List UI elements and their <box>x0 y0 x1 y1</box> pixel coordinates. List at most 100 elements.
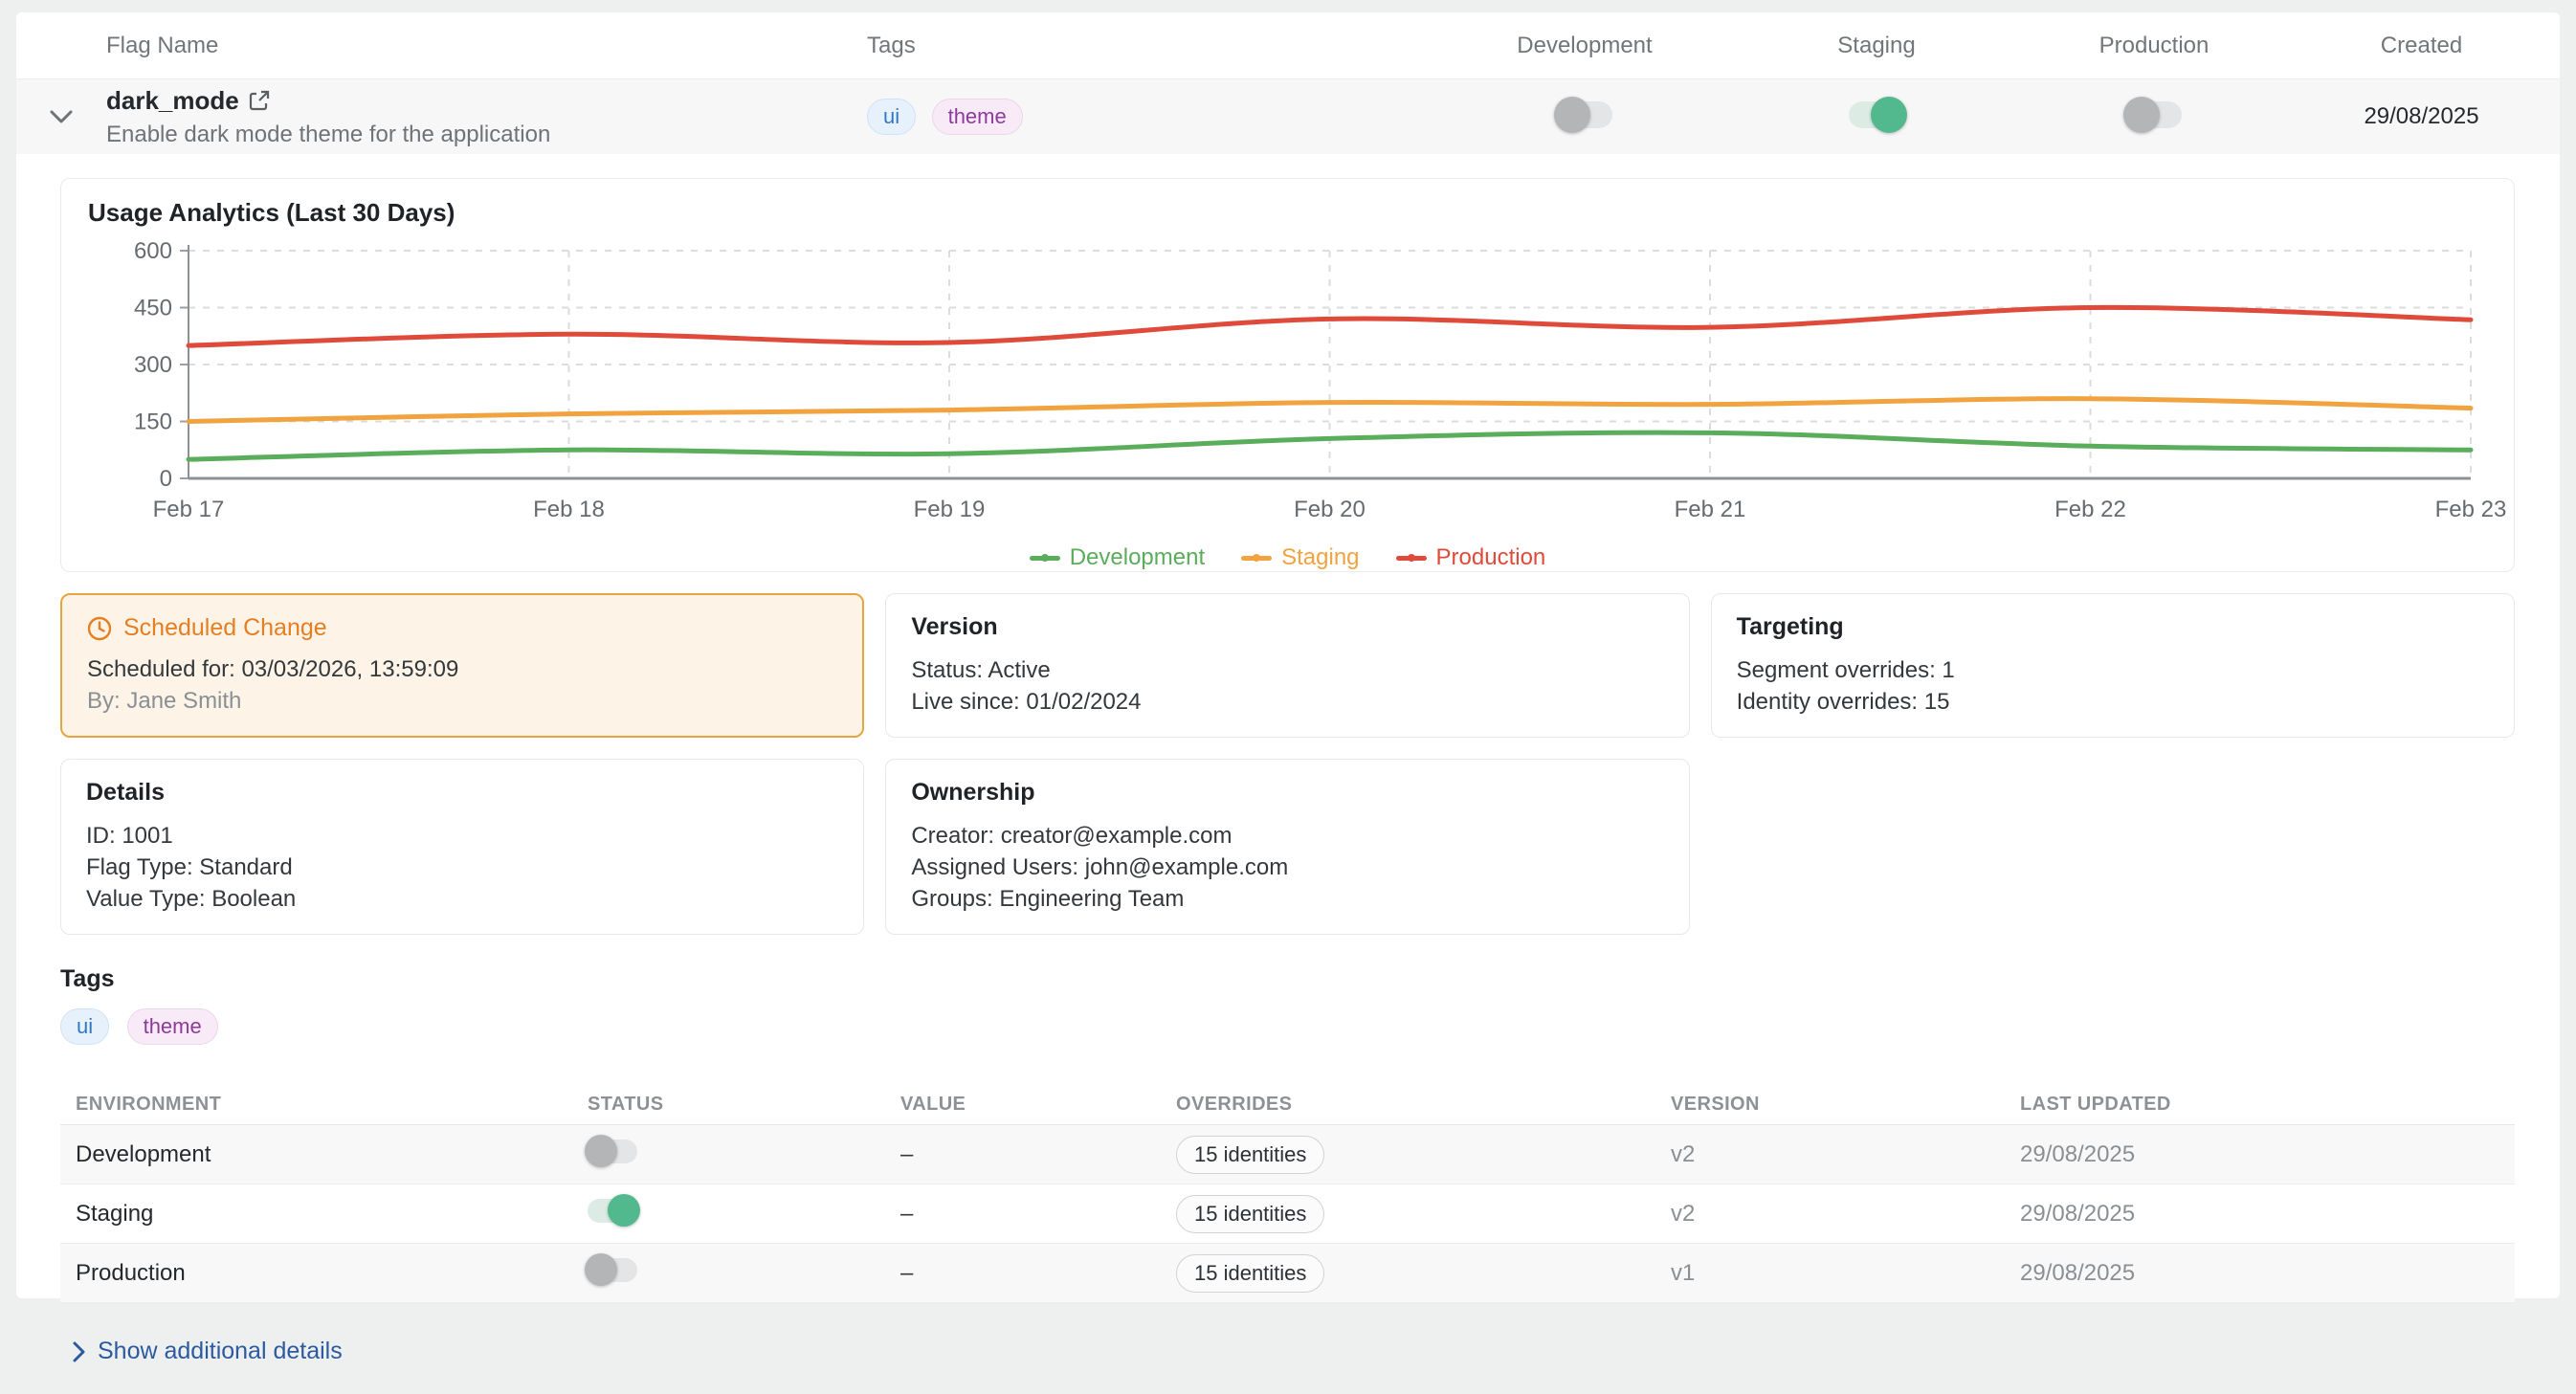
legend-label: Development <box>1070 544 1205 571</box>
environment-header: ENVIRONMENT <box>60 1094 572 1116</box>
last-updated-header: LAST UPDATED <box>2005 1094 2515 1116</box>
svg-text:Feb 19: Feb 19 <box>914 497 986 522</box>
svg-text:Feb 17: Feb 17 <box>153 497 225 522</box>
flag-description: Enable dark mode theme for the applicati… <box>106 122 867 148</box>
flag-name[interactable]: dark_mode <box>106 86 239 116</box>
chart-title: Usage Analytics (Last 30 Days) <box>88 198 2487 228</box>
external-link-icon[interactable] <box>249 90 270 111</box>
identity-overrides: Identity overrides: 15 <box>1737 686 2489 718</box>
tags-section-title: Tags <box>60 965 2515 993</box>
overrides-header: OVERRIDES <box>1161 1094 1655 1116</box>
segment-overrides: Segment overrides: 1 <box>1737 654 2489 686</box>
environment-value: – <box>885 1141 1161 1168</box>
legend-marker-icon <box>1396 556 1427 561</box>
identities-badge[interactable]: 15 identities <box>1176 1254 1324 1293</box>
tags-section: Tags ui theme <box>60 965 2515 1045</box>
production-column-header: Production <box>2025 33 2283 59</box>
clock-icon <box>87 616 112 641</box>
version-card: Version Status: Active Live since: 01/02… <box>885 593 1689 738</box>
legend-marker-icon <box>1030 556 1060 561</box>
scheduled-for-text: Scheduled for: 03/03/2026, 13:59:09 <box>87 653 837 685</box>
expand-collapse-button[interactable] <box>16 109 106 124</box>
show-additional-details-link[interactable]: Show additional details <box>72 1338 2515 1394</box>
environment-version: v2 <box>1655 1201 2005 1228</box>
created-date: 29/08/2025 <box>2283 103 2560 130</box>
toggle-knob <box>585 1253 617 1286</box>
toggle-knob <box>2123 97 2160 133</box>
toggle-knob <box>1871 97 1907 133</box>
flag-row-tags: ui theme <box>867 99 1441 135</box>
production-toggle[interactable] <box>2126 101 2182 128</box>
svg-text:300: 300 <box>134 352 172 378</box>
chart-legend: Development Staging Production <box>88 544 2487 571</box>
flag-table-header: Flag Name Tags Development Staging Produ… <box>16 12 2560 79</box>
production-status-toggle[interactable] <box>588 1258 637 1282</box>
tag-pill-ui: ui <box>867 99 916 135</box>
svg-text:Feb 20: Feb 20 <box>1294 497 1366 522</box>
svg-text:Feb 21: Feb 21 <box>1675 497 1746 522</box>
identities-badge[interactable]: 15 identities <box>1176 1136 1324 1174</box>
table-row-production: Production – 15 identities v1 29/08/2025 <box>60 1244 2515 1303</box>
created-column-header: Created <box>2283 33 2560 59</box>
legend-label: Staging <box>1281 544 1359 571</box>
details-id: ID: 1001 <box>86 820 838 852</box>
svg-text:Feb 22: Feb 22 <box>2054 497 2126 522</box>
toggle-knob <box>585 1135 617 1167</box>
table-row-development: Development – 15 identities v2 29/08/202… <box>60 1125 2515 1184</box>
legend-label: Production <box>1436 544 1546 571</box>
legend-item-development[interactable]: Development <box>1030 544 1205 571</box>
feature-flag-panel: Flag Name Tags Development Staging Produ… <box>16 12 2560 1298</box>
flag-name-column-header: Flag Name <box>106 33 867 59</box>
usage-chart-svg: 0150300450600Feb 17Feb 18Feb 19Feb 20Feb… <box>88 239 2485 531</box>
targeting-card-title: Targeting <box>1737 613 2489 641</box>
legend-item-production[interactable]: Production <box>1396 544 1546 571</box>
ownership-card: Ownership Creator: creator@example.com A… <box>885 759 1689 935</box>
toggle-knob <box>1554 97 1590 133</box>
svg-text:0: 0 <box>160 466 172 492</box>
flag-row: dark_mode Enable dark mode theme for the… <box>16 79 2560 154</box>
version-header: VERSION <box>1655 1094 2005 1116</box>
development-toggle[interactable] <box>1557 101 1612 128</box>
environment-table: ENVIRONMENT STATUS VALUE OVERRIDES VERSI… <box>60 1085 2515 1303</box>
status-header: STATUS <box>572 1094 885 1116</box>
svg-text:150: 150 <box>134 409 172 435</box>
environment-name: Development <box>60 1141 572 1168</box>
environment-name: Staging <box>60 1201 572 1228</box>
svg-text:Feb 23: Feb 23 <box>2435 497 2507 522</box>
scheduled-change-card: Scheduled Change Scheduled for: 03/03/20… <box>60 593 864 738</box>
targeting-card: Targeting Segment overrides: 1 Identity … <box>1711 593 2515 738</box>
environment-value: – <box>885 1260 1161 1287</box>
details-value-type: Value Type: Boolean <box>86 883 838 915</box>
tag-pill-ui: ui <box>60 1008 109 1045</box>
usage-analytics-card: Usage Analytics (Last 30 Days) 0 150 300 45… <box>60 178 2515 572</box>
ownership-card-title: Ownership <box>911 779 1663 807</box>
environment-last-updated: 29/08/2025 <box>2005 1201 2515 1228</box>
ownership-creator: Creator: creator@example.com <box>911 820 1663 852</box>
legend-item-staging[interactable]: Staging <box>1241 544 1359 571</box>
ownership-groups: Groups: Engineering Team <box>911 883 1663 915</box>
svg-text:600: 600 <box>134 238 172 264</box>
version-card-title: Version <box>911 613 1663 641</box>
tags-column-header: Tags <box>867 33 1441 59</box>
development-status-toggle[interactable] <box>588 1140 637 1163</box>
show-additional-details-label: Show additional details <box>98 1338 343 1365</box>
scheduled-by-text: By: Jane Smith <box>87 685 837 717</box>
environment-last-updated: 29/08/2025 <box>2005 1260 2515 1287</box>
details-card: Details ID: 1001 Flag Type: Standard Val… <box>60 759 864 935</box>
value-header: VALUE <box>885 1094 1161 1116</box>
staging-status-toggle[interactable] <box>588 1199 637 1223</box>
environment-last-updated: 29/08/2025 <box>2005 1141 2515 1168</box>
environment-name: Production <box>60 1260 572 1287</box>
details-card-title: Details <box>86 779 838 807</box>
identities-badge[interactable]: 15 identities <box>1176 1195 1324 1233</box>
environment-value: – <box>885 1201 1161 1228</box>
tag-pill-theme: theme <box>932 99 1023 135</box>
staging-column-header: Staging <box>1728 33 2025 59</box>
development-column-header: Development <box>1441 33 1728 59</box>
version-live-since: Live since: 01/02/2024 <box>911 686 1663 718</box>
chevron-down-icon <box>49 109 74 124</box>
svg-text:450: 450 <box>134 296 172 321</box>
table-row-staging: Staging – 15 identities v2 29/08/2025 <box>60 1184 2515 1244</box>
environment-version: v2 <box>1655 1141 2005 1168</box>
staging-toggle[interactable] <box>1849 101 1904 128</box>
